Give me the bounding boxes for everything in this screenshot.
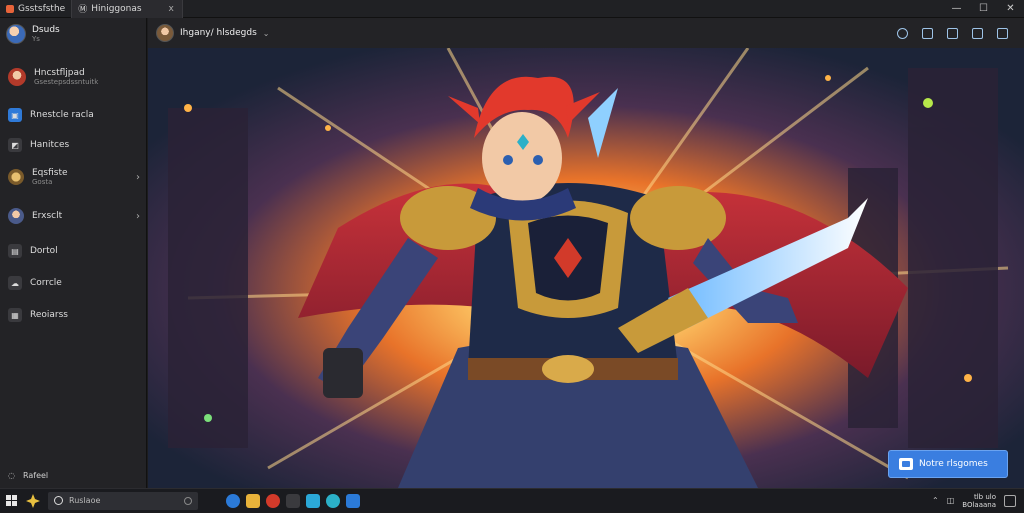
photos-icon[interactable] — [326, 493, 340, 508]
search-icon — [54, 496, 63, 505]
sidebar-item-6[interactable]: ▤ Dortol — [8, 244, 140, 258]
notification-icon[interactable] — [1004, 494, 1016, 507]
taskbar: Ruslaoe ⌃ ◫ tlb ulo BOlaaana — [0, 488, 1024, 512]
explorer-icon[interactable] — [246, 493, 260, 508]
maximize-button[interactable]: ☐ — [970, 0, 997, 18]
sidebar-footer[interactable]: ◌ Rafeel — [8, 471, 48, 480]
chrome-icon[interactable] — [266, 493, 280, 508]
profile-name: Dsuds — [32, 25, 60, 35]
edge-icon[interactable] — [226, 493, 240, 508]
image-icon: ▣ — [8, 108, 22, 122]
account-icon — [8, 208, 24, 224]
tab-label: Gsstsfsthe — [18, 3, 66, 14]
sidebar-item-label: Hncstfljpad — [34, 68, 85, 78]
app-icon — [6, 4, 14, 13]
artwork-image: Notre rlsgomes — [148, 48, 1024, 488]
taskbar-apps — [226, 493, 360, 508]
sidebar-item-label: Eqsfiste — [32, 168, 68, 178]
network-icon[interactable]: ◫ — [947, 496, 955, 505]
app-window: Gsstsfsthe Ⓜ Hiniggonas x — ☐ ✕ Dsuds Ys… — [0, 0, 1024, 512]
tab-active[interactable]: Ⓜ Hiniggonas x — [71, 0, 184, 18]
sidebar-item-featured[interactable]: Hncstfljpad Gsestepsdssntuitk — [8, 68, 140, 86]
sidebar-item-7[interactable]: ☁ Corrcle — [8, 276, 140, 290]
sidebar-item-2[interactable]: ▣ Rnestcle racla — [8, 108, 140, 122]
sidebar-item-label: Rnestcle racla — [30, 110, 94, 120]
avatar — [6, 24, 26, 44]
sidebar-item-label: Reoiarss — [30, 310, 68, 320]
mail-icon[interactable] — [306, 493, 320, 508]
cloud-icon: ☁ — [8, 276, 22, 290]
tab-bar: Gsstsfsthe Ⓜ Hiniggonas x — ☐ ✕ — [0, 0, 1024, 18]
minimize-button[interactable]: — — [943, 0, 970, 18]
start-button[interactable] — [0, 489, 22, 513]
windows-icon — [5, 495, 17, 506]
close-button[interactable]: ✕ — [997, 0, 1024, 18]
folder-icon: ▤ — [8, 244, 22, 258]
hero-illustration — [148, 48, 1024, 488]
clock[interactable]: tlb ulo BOlaaana — [962, 493, 996, 509]
avatar-icon — [8, 68, 26, 86]
settings-icon: ▦ — [8, 308, 22, 322]
search-box[interactable]: Ruslaoe — [48, 491, 198, 510]
help-icon: ◌ — [8, 471, 15, 480]
tab-label: Hiniggonas — [91, 3, 142, 14]
tab-first[interactable]: Gsstsfsthe — [0, 0, 71, 18]
main-header: Ihgany/ hlsdegds ⌄ — [148, 18, 1024, 48]
copy-icon[interactable] — [922, 27, 933, 39]
system-tray: ⌃ ◫ tlb ulo BOlaaana — [932, 493, 1024, 509]
close-tab-icon[interactable]: x — [166, 4, 176, 14]
gallery-icon — [8, 169, 24, 185]
sparkle-icon — [26, 493, 40, 508]
profile-sub: Ys — [32, 35, 40, 43]
sidebar-item-label: Erxsclt — [32, 211, 63, 221]
gallery-icon[interactable] — [947, 27, 958, 39]
bookmark-icon: Ⓜ — [78, 5, 88, 15]
sidebar-item-sub: Gosta — [32, 178, 53, 186]
sidebar: Dsuds Ys Hncstfljpad Gsestepsdssntuitk ▣… — [0, 18, 147, 488]
microphone-icon[interactable] — [184, 496, 192, 505]
sidebar-item-label: Hanitces — [30, 140, 70, 150]
more-icon[interactable] — [997, 27, 1008, 39]
search-icon[interactable] — [897, 27, 908, 39]
app-launcher[interactable] — [22, 489, 44, 513]
sidebar-item-label: Corrcle — [30, 278, 62, 288]
sidebar-item-3[interactable]: ◩ Hanitces — [8, 138, 140, 152]
window-controls: — ☐ ✕ — [943, 0, 1024, 18]
header-tools — [897, 27, 1016, 39]
clock-time: tlb ulo — [973, 492, 996, 501]
avatar[interactable] — [156, 24, 174, 42]
sidebar-item-sub: Gsestepsdssntuitk — [34, 78, 99, 86]
sidebar-item-label: Dortol — [30, 246, 58, 256]
page-title: Ihgany/ hlsdegds — [180, 28, 257, 38]
app-icon[interactable] — [346, 493, 360, 508]
clock-date: BOlaaana — [962, 500, 996, 509]
chevron-up-icon[interactable]: ⌃ — [932, 496, 939, 505]
store-icon[interactable] — [286, 493, 300, 508]
button-label: Notre rlsgomes — [919, 459, 988, 469]
sidebar-item-5[interactable]: Erxsclt › — [8, 208, 140, 224]
search-input[interactable]: Ruslaoe — [69, 496, 100, 505]
photo-icon: ◩ — [8, 138, 22, 152]
primary-action-button[interactable]: Notre rlsgomes — [888, 450, 1008, 478]
chevron-right-icon: › — [136, 171, 140, 183]
profile[interactable]: Dsuds Ys — [6, 24, 60, 44]
chevron-down-icon[interactable]: ⌄ — [263, 29, 270, 38]
chevron-right-icon: › — [136, 210, 140, 222]
chat-icon — [899, 458, 913, 470]
footer-label: Rafeel — [22, 471, 49, 480]
sidebar-item-8[interactable]: ▦ Reoiarss — [8, 308, 140, 322]
sidebar-item-4[interactable]: Eqsfiste Gosta › — [8, 168, 140, 186]
share-icon[interactable] — [972, 27, 983, 39]
